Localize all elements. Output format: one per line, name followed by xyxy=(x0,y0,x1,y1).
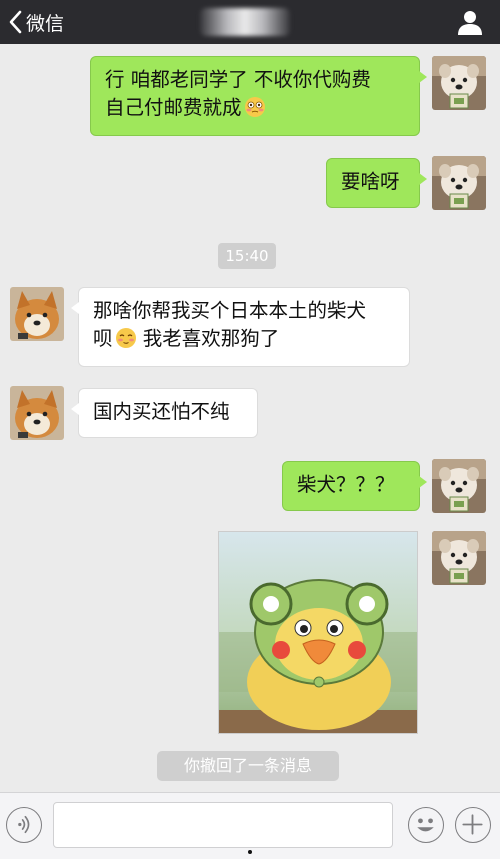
recall-notice: 你撤回了一条消息 xyxy=(157,751,339,781)
message-text-line: 呗 我老喜欢那狗了 xyxy=(93,327,280,350)
profile-button[interactable] xyxy=(456,8,484,36)
frog-hat-duck-sticker-icon xyxy=(219,532,417,733)
contact-avatar[interactable] xyxy=(10,386,64,440)
my-avatar[interactable] xyxy=(432,56,486,110)
dog-avatar-icon xyxy=(432,459,486,513)
dog-avatar-icon xyxy=(432,56,486,110)
dog-avatar-icon xyxy=(432,156,486,210)
dog-avatar-icon xyxy=(432,531,486,585)
smiley-face-icon xyxy=(417,818,434,832)
message-text: 柴犬？？？ xyxy=(297,473,395,496)
message-text-line: 自己付邮费就成 xyxy=(105,94,405,122)
shiba-avatar-icon xyxy=(10,386,64,440)
shiba-avatar-icon xyxy=(10,287,64,341)
message-bubble-incoming[interactable]: 国内买还怕不纯 xyxy=(71,388,258,438)
voice-button[interactable] xyxy=(6,807,42,843)
message-bubble-outgoing[interactable]: 行 咱都老同学了 不收你代购费 自己付邮费就成 xyxy=(90,56,427,136)
my-avatar[interactable] xyxy=(432,531,486,585)
message-bubble-outgoing[interactable]: 柴犬？？？ xyxy=(282,461,427,511)
flushed-face-emoji-icon xyxy=(244,97,265,117)
home-indicator xyxy=(248,850,252,854)
more-button[interactable] xyxy=(455,807,491,843)
navigation-bar: 微信 xyxy=(0,0,500,44)
person-icon xyxy=(458,11,482,35)
back-button[interactable]: 微信 xyxy=(8,0,64,44)
chat-screen: 微信 行 咱都老同学了 不收你代购费 自己付邮费就成 要啥呀 15:40 那啥你… xyxy=(0,0,500,859)
message-text-line: 行 咱都老同学了 不收你代购费 xyxy=(105,68,371,91)
my-avatar[interactable] xyxy=(432,156,486,210)
contact-avatar[interactable] xyxy=(10,287,64,341)
input-bar xyxy=(0,792,500,859)
emoji-button[interactable] xyxy=(408,807,444,843)
message-text: 国内买还怕不纯 xyxy=(93,400,230,423)
blushing-face-emoji-icon xyxy=(115,328,136,348)
message-text: 要啥呀 xyxy=(341,170,400,193)
my-avatar[interactable] xyxy=(432,459,486,513)
message-bubble-incoming[interactable]: 那啥你帮我买个日本本土的柴犬 呗 我老喜欢那狗了 xyxy=(71,287,410,367)
chat-title-blurred xyxy=(200,8,290,36)
timestamp-label: 15:40 xyxy=(218,243,276,269)
voice-icon xyxy=(18,815,30,834)
message-bubble-outgoing[interactable]: 要啥呀 xyxy=(326,158,427,208)
sticker-image[interactable] xyxy=(218,531,418,734)
chevron-left-icon xyxy=(9,10,22,34)
message-input[interactable] xyxy=(53,802,393,848)
back-label: 微信 xyxy=(26,12,65,35)
plus-icon xyxy=(462,814,483,835)
message-text-line: 那啥你帮我买个日本本土的柴犬 xyxy=(93,299,367,322)
